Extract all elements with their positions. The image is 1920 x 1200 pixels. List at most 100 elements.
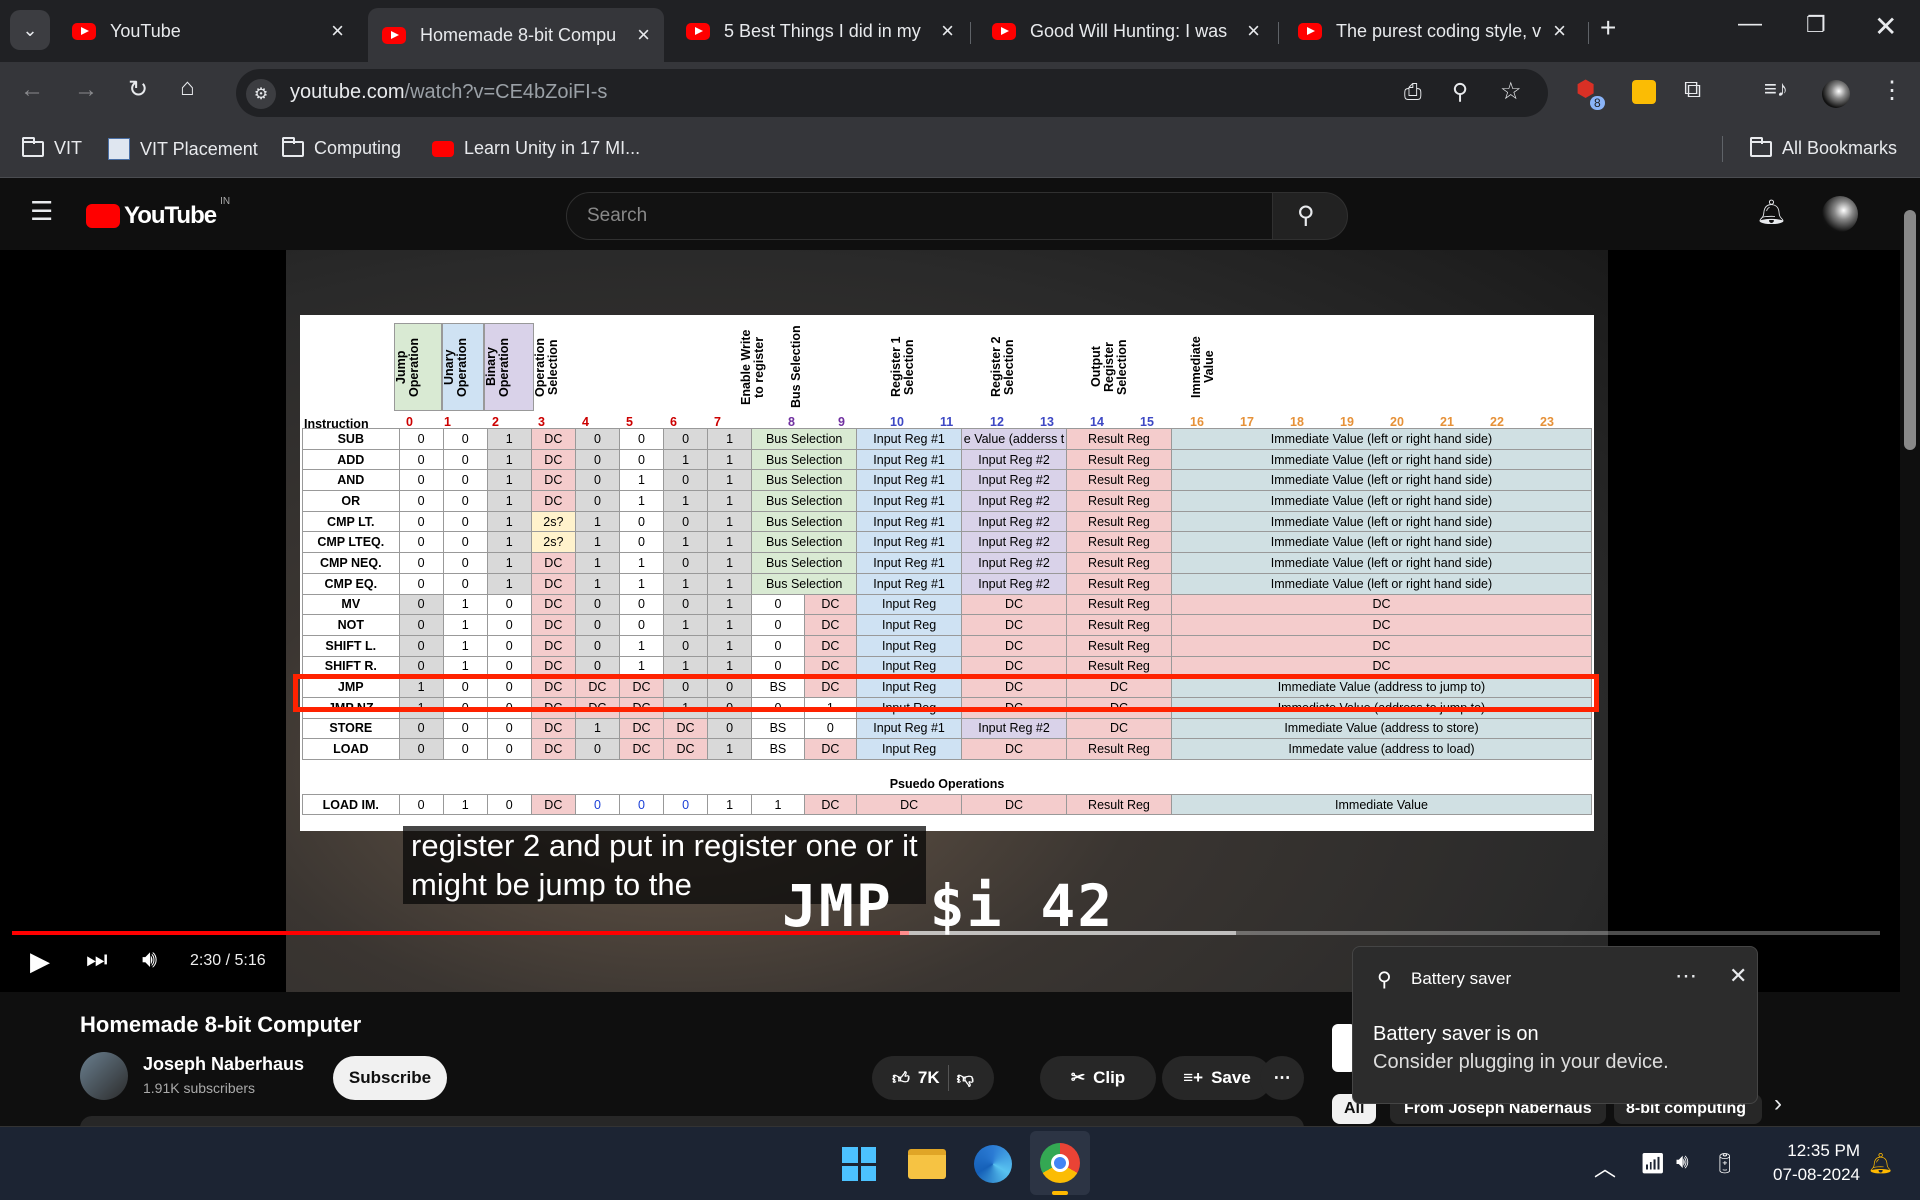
channel-avatar[interactable]	[80, 1052, 128, 1100]
close-icon[interactable]: ×	[637, 22, 650, 48]
profile-avatar[interactable]	[1822, 80, 1850, 108]
table-cell: 0	[618, 428, 665, 450]
media-control-icon[interactable]: ≡♪	[1764, 76, 1788, 102]
bookmark-computing[interactable]: Computing	[282, 136, 401, 159]
volume-icon[interactable]: 🔊︎	[142, 946, 157, 974]
notification-bell-icon[interactable]: 🔔︎	[1868, 1151, 1893, 1176]
folder-icon	[22, 136, 44, 157]
table-cell: 0	[398, 738, 444, 760]
new-tab-icon[interactable]: +	[1600, 12, 1616, 44]
table-cell: Immediate Value (left or right hand side…	[1170, 448, 1593, 471]
tab-homemade-8bit[interactable]: Homemade 8-bit Compu ×	[368, 8, 664, 62]
hamburger-menu-icon[interactable]: ☰	[30, 196, 53, 227]
edge-icon[interactable]	[974, 1145, 1012, 1183]
table-cell: 0	[618, 614, 665, 636]
clock[interactable]: 12:35 PM 07-08-2024	[1760, 1141, 1860, 1185]
page-scrollbar[interactable]	[1900, 178, 1920, 1126]
chrome-icon[interactable]	[1040, 1143, 1080, 1183]
close-icon[interactable]: ×	[941, 18, 954, 44]
clip-button[interactable]: ✂ Clip	[1040, 1056, 1156, 1100]
all-bookmarks[interactable]: All Bookmarks	[1750, 136, 1897, 159]
thumbs-down-icon[interactable]: 👎︎	[957, 1068, 974, 1089]
menu-dots-icon[interactable]: ⋮	[1880, 76, 1904, 105]
account-avatar[interactable]	[1822, 196, 1858, 232]
table-cell: 1	[574, 510, 620, 533]
table-cell: Result Reg	[1066, 738, 1172, 760]
puzzle-icon[interactable]: ⧉	[1684, 76, 1701, 104]
table-cell: DC	[961, 738, 1067, 760]
like-button[interactable]: 👍︎ 7K	[892, 1068, 940, 1089]
tab-youtube[interactable]: YouTube ×	[58, 8, 358, 54]
youtube-logo[interactable]: YouTube IN	[86, 196, 230, 230]
tab-good-will-hunting[interactable]: Good Will Hunting: I was ×	[978, 8, 1274, 54]
bit-number: 14	[1090, 415, 1104, 429]
table-cell: 0	[663, 510, 709, 533]
search-input[interactable]: Search	[566, 192, 1282, 240]
play-icon[interactable]: ▶	[30, 946, 50, 977]
battery-icon[interactable]: 🔋︎	[1712, 1151, 1737, 1176]
close-icon[interactable]: ×	[1247, 18, 1260, 44]
keep-extension-icon[interactable]	[1632, 80, 1656, 104]
next-icon[interactable]: ⏭	[86, 946, 108, 974]
more-options-icon[interactable]: ⋯	[1675, 963, 1697, 989]
speaker-icon[interactable]: 🔊︎	[1676, 1151, 1689, 1174]
zoom-icon[interactable]: ⚲	[1452, 79, 1468, 105]
table-cell: 0	[751, 614, 805, 636]
address-bar[interactable]: ⚙ youtube.com/watch?v=CE4bZoiFI-s ⎙ ⚲ ☆	[236, 69, 1548, 117]
table-cell: 0	[442, 510, 488, 533]
bit-number: 2	[492, 415, 499, 429]
show-hidden-icons-icon[interactable]: ︿	[1594, 1151, 1616, 1183]
table-cell: DC	[1170, 614, 1593, 636]
close-icon[interactable]: ×	[1553, 18, 1566, 44]
close-icon[interactable]: ×	[331, 18, 344, 44]
close-icon[interactable]: ✕	[1729, 963, 1747, 989]
restore-icon[interactable]: ❐	[1806, 12, 1826, 38]
table-cell: 1	[707, 428, 753, 450]
forward-icon[interactable]: →	[74, 76, 98, 104]
subscribe-button[interactable]: Subscribe	[333, 1056, 447, 1100]
file-explorer-icon[interactable]	[908, 1149, 946, 1179]
table-cell: Immediate Value (left or right hand side…	[1170, 552, 1593, 574]
table-cell: 1	[663, 531, 709, 554]
more-actions-button[interactable]: ⋯	[1260, 1056, 1304, 1100]
table-cell: Input Reg #1	[856, 572, 963, 595]
save-button[interactable]: ≡+ Save	[1162, 1056, 1272, 1100]
header-operation-selection: Operation Selection	[533, 337, 560, 397]
taskbar: ︿ 📶︎ 🔊︎ 🔋︎ 12:35 PM 07-08-2024 🔔︎	[0, 1126, 1920, 1200]
tab-5-best-things[interactable]: 5 Best Things I did in my ×	[672, 8, 968, 54]
table-cell: 0	[398, 490, 444, 512]
table-row: STORE 0 0 0 DC 1 DC DC 0 BS 0 Input Reg #1 Input Reg…	[302, 717, 1593, 740]
bit-number: 23	[1540, 415, 1554, 429]
home-icon[interactable]: ⌂	[180, 74, 195, 102]
bookmark-vit-placement[interactable]: VIT Placement	[108, 138, 258, 160]
bit-number: 5	[626, 415, 633, 429]
table-cell: 0	[442, 717, 488, 740]
table-cell: CMP NEQ.	[302, 552, 400, 574]
youtube-icon	[686, 22, 710, 40]
search-button[interactable]: ⚲	[1272, 192, 1348, 240]
close-window-icon[interactable]: ✕	[1874, 10, 1897, 43]
windows-start-icon[interactable]	[842, 1147, 876, 1181]
back-icon[interactable]: ←	[20, 76, 44, 104]
reload-icon[interactable]: ↻	[128, 75, 148, 104]
instruction-table: SUB 0 0 1 DC 0 0 0 1 Bus Selection Input Reg #1 e V…	[302, 428, 1593, 816]
table-cell: 1	[707, 510, 753, 533]
table-row: CMP LTEQ. 0 0 1 2s? 1 0 1 1 Bus Selection Input Re…	[302, 531, 1593, 554]
tab-purest-coding[interactable]: The purest coding style, v ×	[1284, 8, 1580, 54]
bookmark-star-icon[interactable]: ☆	[1500, 77, 1522, 106]
site-info-icon[interactable]: ⚙	[246, 79, 276, 109]
install-app-icon[interactable]: ⎙	[1404, 79, 1422, 105]
table-cell: DC	[530, 448, 576, 471]
table-cell: Input Reg #1	[856, 490, 963, 512]
channel-name[interactable]: Joseph Naberhaus	[143, 1054, 304, 1075]
tab-search-button[interactable]: ⌄	[10, 10, 50, 50]
chevron-right-icon[interactable]: ›	[1774, 1090, 1782, 1118]
subscriber-count: 1.91K subscribers	[143, 1080, 256, 1096]
table-cell: Input Reg #2	[961, 572, 1067, 595]
notifications-bell-icon[interactable]: 🔔︎	[1756, 198, 1786, 227]
bookmark-learn-unity[interactable]: Learn Unity in 17 MI...	[432, 138, 640, 159]
minimize-icon[interactable]: —	[1738, 10, 1762, 38]
bookmark-vit[interactable]: VIT	[22, 136, 82, 159]
wifi-icon[interactable]: 📶︎	[1640, 1151, 1665, 1176]
table-cell: DC	[530, 572, 576, 595]
